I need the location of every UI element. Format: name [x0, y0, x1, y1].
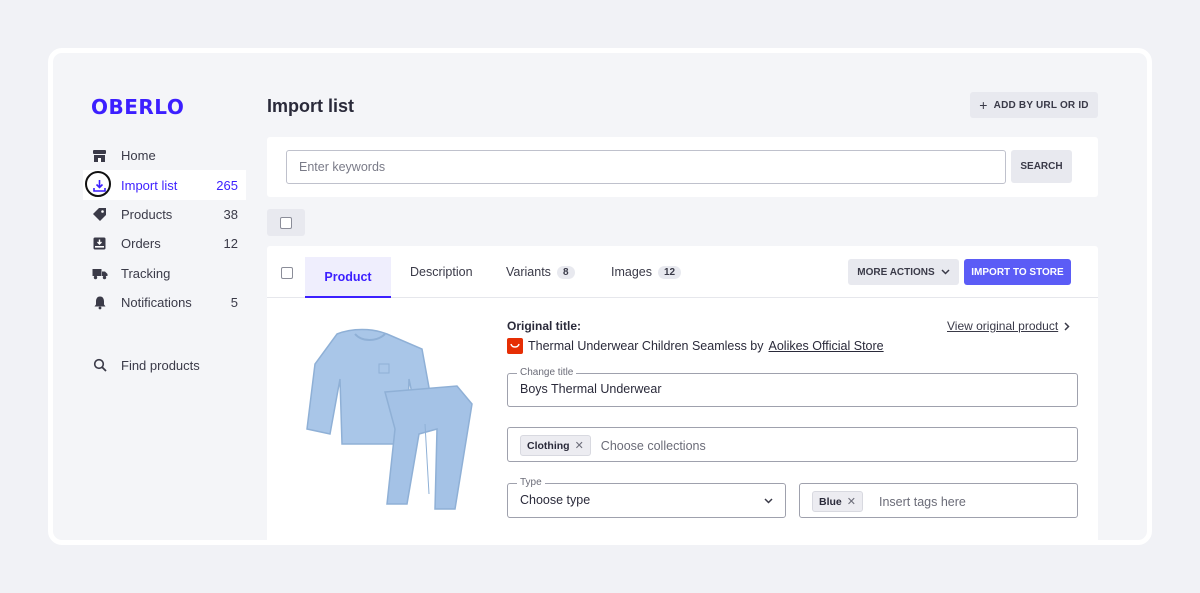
tab-images[interactable]: Images 12	[611, 246, 682, 298]
sidebar-item-orders[interactable]: Orders 12	[83, 229, 246, 258]
import-to-store-button[interactable]: IMPORT TO STORE	[964, 259, 1071, 285]
page-title: Import list	[267, 96, 355, 116]
view-original-label: View original product	[947, 319, 1059, 333]
remove-chip-icon[interactable]: ✕	[575, 439, 584, 452]
chevron-down-icon	[764, 498, 773, 504]
sidebar-item-label: Find products	[121, 357, 200, 373]
view-original-product-link[interactable]: View original product	[947, 319, 1070, 333]
truck-icon	[91, 265, 108, 282]
sidebar-item-count: 265	[216, 177, 238, 193]
tab-label: Product	[324, 269, 372, 284]
sidebar-item-label: Home	[121, 148, 156, 164]
original-title: Thermal Underwear Children Seamless by A…	[507, 338, 884, 354]
tag-chip-label: Blue	[819, 495, 842, 508]
tab-label: Images	[611, 265, 652, 279]
images-count-badge: 12	[658, 265, 682, 279]
aliexpress-icon	[507, 338, 523, 354]
variants-count-badge: 8	[556, 265, 575, 279]
collection-chip-label: Clothing	[527, 439, 570, 452]
collection-chip: Clothing ✕	[520, 435, 591, 456]
search-button[interactable]: SEARCH	[1011, 150, 1072, 183]
sidebar-item-find-products[interactable]: Find products	[83, 350, 246, 379]
type-label: Type	[517, 477, 545, 488]
sidebar-item-count: 12	[223, 236, 238, 252]
sidebar-item-label: Tracking	[121, 265, 171, 281]
plus-icon: +	[979, 97, 988, 113]
tab-product[interactable]: Product	[305, 257, 391, 298]
chevron-right-icon	[1064, 321, 1070, 331]
sidebar-item-count: 38	[223, 206, 238, 222]
inbox-icon	[91, 235, 108, 252]
search-card: SEARCH	[267, 137, 1098, 197]
select-all-checkbox[interactable]	[267, 209, 305, 236]
product-image	[306, 328, 473, 510]
sidebar-item-notifications[interactable]: Notifications 5	[83, 288, 246, 317]
original-title-label: Original title:	[507, 319, 582, 333]
sidebar-item-import-list[interactable]: Import list 265	[83, 170, 246, 200]
search-input[interactable]	[286, 150, 1006, 184]
change-title-field[interactable]: Change title Boys Thermal Underwear	[507, 367, 1078, 407]
tags-field[interactable]: Blue ✕ Insert tags here	[799, 483, 1078, 518]
tab-label: Description	[410, 265, 473, 279]
tab-label: Variants	[506, 265, 551, 279]
oberlo-logo[interactable]: OBERLO	[91, 95, 184, 119]
sidebar-item-label: Import list	[121, 177, 178, 193]
tab-variants[interactable]: Variants 8	[506, 246, 575, 298]
product-checkbox[interactable]	[281, 267, 293, 279]
original-title-text: Thermal Underwear Children Seamless by	[528, 339, 764, 353]
sidebar-item-label: Products	[121, 206, 173, 222]
chevron-down-icon	[941, 269, 950, 275]
product-card: Product Description Variants 8 Images 12…	[267, 246, 1098, 540]
tags-placeholder: Insert tags here	[878, 494, 966, 509]
store-link[interactable]: Aolikes Official Store	[769, 339, 884, 353]
type-select[interactable]: Type Choose type	[507, 477, 786, 518]
add-by-url-label: ADD BY URL OR ID	[993, 99, 1089, 111]
sidebar-item-label: Notifications	[121, 295, 192, 311]
app-frame: OBERLO Home Import list 265 Products 38	[48, 48, 1152, 545]
store-icon	[91, 147, 108, 164]
tag-chip: Blue ✕	[812, 491, 863, 512]
add-by-url-button[interactable]: + ADD BY URL OR ID	[970, 92, 1098, 118]
bell-icon	[91, 294, 108, 311]
tag-icon	[91, 206, 108, 223]
product-tabs: Product Description Variants 8 Images 12…	[267, 246, 1098, 298]
tab-description[interactable]: Description	[410, 246, 473, 298]
sidebar-nav: Home Import list 265 Products 38 Orders …	[83, 141, 246, 380]
collections-placeholder: Choose collections	[600, 438, 706, 453]
change-title-label: Change title	[517, 367, 577, 378]
search-icon	[91, 357, 108, 374]
remove-chip-icon[interactable]: ✕	[847, 495, 856, 508]
sidebar-item-tracking[interactable]: Tracking	[83, 259, 246, 288]
sidebar-item-label: Orders	[121, 236, 161, 252]
type-value: Choose type	[520, 493, 591, 507]
collections-field[interactable]: Clothing ✕ Choose collections	[507, 427, 1078, 462]
sidebar-item-home[interactable]: Home	[83, 141, 246, 170]
sidebar-item-count: 5	[230, 295, 238, 311]
sidebar-item-products[interactable]: Products 38	[83, 200, 246, 229]
change-title-value: Boys Thermal Underwear	[520, 382, 662, 396]
more-actions-button[interactable]: MORE ACTIONS	[848, 259, 959, 285]
checkbox[interactable]	[280, 216, 292, 229]
more-actions-label: MORE ACTIONS	[857, 266, 935, 278]
